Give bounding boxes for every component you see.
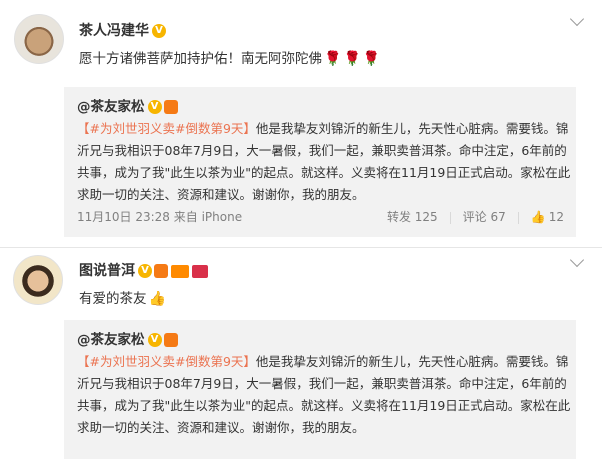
chevron-down-icon[interactable] (569, 11, 585, 27)
post-author[interactable]: 图说普洱 V (79, 260, 208, 280)
feed-post-1: 茶人冯建华 V 愿十方诸佛菩萨加持护佑！南无阿弥陀佛 🌹 🌹 🌹 @茶友家松 V 【#为刘… (0, 0, 602, 247)
repost-author[interactable]: @茶友家松 V (77, 95, 178, 115)
like-count[interactable]: 12 (549, 210, 564, 224)
avatar[interactable] (13, 255, 63, 305)
repost-timestamp[interactable]: 11月10日 23:28 来自 iPhone (77, 208, 242, 225)
avatar[interactable] (14, 14, 64, 64)
shop-badge-icon (192, 264, 208, 278)
author-name[interactable]: 茶人冯建华 (79, 23, 149, 39)
repost-button[interactable]: 转发 125 (387, 210, 438, 224)
post-author[interactable]: 茶人冯建华 V (79, 20, 166, 40)
like-icon[interactable]: 👍 (531, 210, 546, 224)
feed-post-2: 图说普洱 V 有爱的茶友 👍 @茶友家松 V 【#为刘世羽义卖#倒数第9天】他是我挚友… (0, 247, 602, 459)
thumbs-up-emoji-icon: 👍 (148, 291, 166, 307)
level-badge-icon (163, 333, 178, 347)
rose-emoji-icon: 🌹 (343, 51, 361, 67)
reposted-card: @茶友家松 V 【#为刘世羽义卖#倒数第9天】他是我挚友刘锦沂的新生儿，先天性心脏… (64, 87, 576, 237)
author-name[interactable]: 图说普洱 (79, 263, 135, 279)
repost-actions: 转发 125 评论 67 👍 12 (387, 208, 564, 225)
repost-text: 【#为刘世羽义卖#倒数第9天】他是我挚友刘锦沂的新生儿，先天性心脏病。需要钱。锦… (77, 118, 572, 206)
post-text-content: 愿十方诸佛菩萨加持护佑！南无阿弥陀佛 (79, 51, 322, 67)
repost-author-name[interactable]: @茶友家松 (77, 99, 145, 115)
hashtag-link[interactable]: 【#为刘世羽义卖#倒数第9天】 (77, 354, 256, 369)
taobao-badge-icon (171, 264, 189, 278)
verified-badge-icon: V (152, 24, 166, 38)
rose-emoji-icon: 🌹 (324, 51, 342, 67)
post-text: 愿十方诸佛菩萨加持护佑！南无阿弥陀佛 🌹 🌹 🌹 (79, 47, 380, 67)
verified-badge-icon: V (147, 333, 162, 347)
chevron-down-icon[interactable] (569, 252, 585, 268)
comment-button[interactable]: 评论 67 (463, 210, 506, 224)
verified-badge-icon: V (147, 100, 162, 114)
reposted-card: @茶友家松 V 【#为刘世羽义卖#倒数第9天】他是我挚友刘锦沂的新生儿，先天性心脏… (64, 320, 576, 459)
hashtag-link[interactable]: 【#为刘世羽义卖#倒数第9天】 (77, 121, 256, 136)
divider (517, 211, 519, 224)
post-text-content: 有爱的茶友 (79, 291, 147, 307)
repost-author-name[interactable]: @茶友家松 (77, 332, 145, 348)
divider (449, 211, 451, 224)
repost-author[interactable]: @茶友家松 V (77, 328, 178, 348)
level-badge-icon (154, 264, 168, 278)
verified-badge-icon: V (138, 264, 152, 278)
level-badge-icon (163, 100, 178, 114)
rose-emoji-icon: 🌹 (362, 51, 381, 67)
post-text: 有爱的茶友 👍 (79, 287, 166, 307)
repost-text: 【#为刘世羽义卖#倒数第9天】他是我挚友刘锦沂的新生儿，先天性心脏病。需要钱。锦… (77, 351, 572, 439)
